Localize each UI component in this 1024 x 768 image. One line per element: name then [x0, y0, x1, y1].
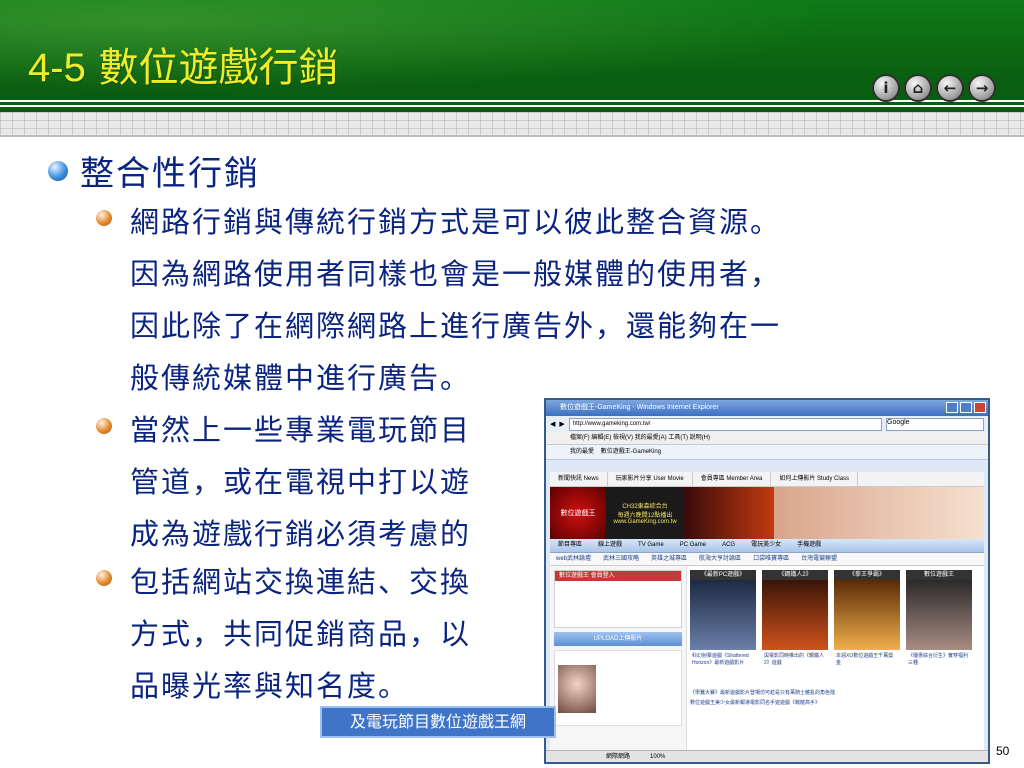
browser-menu-bar[interactable]: 檔案(F) 編輯(E) 檢視(V) 我的最愛(A) 工具(T) 說明(H) — [546, 432, 988, 445]
bullet-level1-text: 整合性行銷 — [80, 154, 260, 194]
header-grid-line — [0, 135, 1024, 137]
browser-window-title: 數位遊戲王-GameKing - Windows Internet Explor… — [560, 404, 719, 411]
favorites-link[interactable]: 我的最愛 — [570, 449, 594, 455]
news-item[interactable]: 《學蠶大賽》最新遊戲影片登場仿可趁是只有萬騎士雜亂的角色擂 — [690, 688, 980, 698]
slide-title-number: 4-5 — [28, 46, 86, 90]
caption-callout: 及電玩節目數位遊戲王網 — [320, 706, 556, 738]
game-card[interactable]: 數位遊戲王 《優惠綜合衍生》實穿福利三種 — [906, 570, 972, 674]
avatar[interactable] — [558, 665, 596, 713]
header-stripe — [0, 100, 1024, 102]
topnav-item[interactable]: 新聞快訊 News — [550, 472, 608, 486]
minimize-icon[interactable] — [946, 402, 958, 413]
site-banner: 數位遊戲王 CH32東森綜合台 每週六晚間12點播出 www.GameKing.… — [550, 487, 984, 539]
subnav-item[interactable]: 武林三國攻略 — [597, 553, 645, 565]
browser-status-bar: 網際網路 100% — [546, 750, 988, 762]
browser-screenshot: 數位遊戲王-GameKing - Windows Internet Explor… — [544, 398, 990, 764]
navbar-item[interactable]: PC Game — [672, 539, 714, 552]
slide-title-text: 數位遊戲行銷 — [98, 45, 339, 91]
game-card-caption: 《優惠綜合衍生》實穿福利三種 — [908, 653, 969, 666]
prev-arrow-icon[interactable]: ← — [936, 74, 964, 102]
site-topnav: 新聞快訊 News 玩家影片分享 User Movie 會員專區 Member … — [550, 472, 984, 487]
info-icon[interactable]: i — [872, 74, 900, 102]
game-card-image — [762, 580, 828, 650]
game-cards: 《最新PC遊戲》 科幻射擊遊戲《Shattered Horizon》最新遊戲影片… — [690, 570, 980, 674]
game-card-caption: 科幻射擊遊戲《Shattered Horizon》最新遊戲影片 — [692, 653, 749, 666]
orange-bullet-icon — [96, 418, 112, 434]
profile-box — [554, 650, 682, 726]
game-card-image — [834, 580, 900, 650]
game-card-caption: 本週XO數位遊戲王千萬獎金 — [836, 653, 894, 666]
game-card-caption: 與電影同時推出的《鋼鐵人2》遊戲 — [764, 653, 825, 666]
home-icon[interactable]: ⌂ — [904, 74, 932, 102]
site-logo[interactable]: 數位遊戲王 — [550, 487, 606, 539]
header-grid-band — [0, 112, 1024, 136]
url-field[interactable]: http://www.gameking.com.tw/ — [568, 417, 882, 431]
bullet-level1: 整合性行銷 — [48, 146, 260, 195]
topnav-item[interactable]: 會員專區 Member Area — [693, 472, 772, 486]
game-card-header: 《最新PC遊戲》 — [690, 570, 756, 580]
navbar-item[interactable]: 節目專區 — [550, 539, 590, 552]
forward-icon[interactable]: ▶ — [559, 420, 564, 428]
zoom-level[interactable]: 100% — [650, 754, 665, 760]
game-card-image — [906, 580, 972, 650]
game-card-header: 《拳王爭霸》 — [834, 570, 900, 580]
ad-line: 每週六晚間12點播出 — [617, 513, 673, 519]
navbar-item[interactable]: ACG — [714, 539, 743, 552]
game-card-header: 《鋼鐵人2》 — [762, 570, 828, 580]
model-banner-image[interactable] — [774, 487, 984, 539]
game-card[interactable]: 《最新PC遊戲》 科幻射擊遊戲《Shattered Horizon》最新遊戲影片 — [690, 570, 756, 674]
ad-line: www.GameKing.com.tw — [613, 519, 677, 525]
close-icon[interactable] — [974, 402, 986, 413]
maximize-icon[interactable] — [960, 402, 972, 413]
game-card-header: 數位遊戲王 — [906, 570, 972, 580]
slide-nav: i ⌂ ← → — [872, 74, 996, 104]
web-page: 新聞快訊 News 玩家影片分享 User Movie 會員專區 Member … — [550, 472, 984, 752]
site-left-column: 數位遊戲王 會員登入 UPLOAD上傳影片 — [550, 566, 687, 752]
orange-bullet-icon — [96, 570, 112, 586]
ad-banner[interactable]: CH32東森綜合台 每週六晚間12點播出 www.GameKing.com.tw — [606, 487, 684, 539]
browser-titlebar: 數位遊戲王-GameKing - Windows Internet Explor… — [546, 400, 988, 416]
game-card[interactable]: 《鋼鐵人2》 與電影同時推出的《鋼鐵人2》遊戲 — [762, 570, 828, 674]
game-card[interactable]: 《拳王爭霸》 本週XO數位遊戲王千萬獎金 — [834, 570, 900, 674]
bullet-item: 網路行銷與傳統行銷方式是可以彼此整合資源。 因為網路使用者同樣也會是一般媒體的使… — [96, 196, 976, 396]
blue-bullet-icon — [48, 160, 68, 181]
game-banner-image[interactable] — [684, 487, 774, 539]
page-number: 50 — [996, 744, 1010, 758]
slide-header: 4-5 數位遊戲行銷 i ⌂ ← → — [0, 0, 1024, 112]
site-subnav: web武林論壇 武林三國攻略 英雄之城專區 航海大亨討論區 口袋唯寶專區 台灣電… — [550, 553, 984, 566]
navbar-item[interactable]: TV Game — [630, 539, 672, 552]
browser-tab-bar: 我的最愛 數位遊戲王-GameKing — [546, 445, 988, 460]
topnav-item[interactable]: 玩家影片分享 User Movie — [608, 472, 693, 486]
game-card-image — [690, 580, 756, 650]
topnav-item[interactable]: 如何上傳影片 Study Class — [771, 472, 859, 486]
subnav-item[interactable]: 口袋唯寶專區 — [747, 553, 795, 565]
orange-bullet-icon — [96, 210, 112, 226]
navbar-item[interactable]: 線上遊戲 — [590, 539, 630, 552]
navbar-item[interactable]: 手機遊戲 — [789, 539, 829, 552]
search-field[interactable]: Google — [886, 417, 984, 431]
news-item[interactable]: 數位遊戲王美少女最新報導電影同名手遊遊戲《戰龍高手》 — [690, 698, 980, 708]
subnav-item[interactable]: 英雄之城專區 — [645, 553, 693, 565]
login-box: 數位遊戲王 會員登入 — [554, 570, 682, 628]
subnav-item[interactable]: 航海大亨討論區 — [693, 553, 747, 565]
site-content: 數位遊戲王 會員登入 UPLOAD上傳影片 《最新PC遊戲》 科幻射擊遊戲《Sh… — [550, 566, 984, 752]
subnav-item[interactable]: 台灣電競聯盟 — [795, 553, 843, 565]
ad-line: CH32東森綜合台 — [622, 504, 668, 510]
window-controls — [946, 402, 986, 413]
bullet-item-text: 網路行銷與傳統行銷方式是可以彼此整合資源。 因為網路使用者同樣也會是一般媒體的使… — [130, 205, 782, 395]
back-icon[interactable]: ◀ — [550, 420, 555, 428]
browser-address-bar: ◀ ▶ http://www.gameking.com.tw/ Google — [546, 416, 988, 432]
header-stripe — [0, 105, 1024, 107]
navbar-item[interactable]: 電玩美少女 — [743, 539, 789, 552]
news-list: 《學蠶大賽》最新遊戲影片登場仿可趁是只有萬騎士雜亂的角色擂 數位遊戲王美少女最新… — [690, 688, 980, 708]
upload-button[interactable]: UPLOAD上傳影片 — [554, 632, 682, 646]
browser-tab[interactable]: 數位遊戲王-GameKing — [601, 449, 661, 455]
site-navbar: 節目專區 線上遊戲 TV Game PC Game ACG 電玩美少女 手機遊戲 — [550, 539, 984, 553]
login-header: 數位遊戲王 會員登入 — [555, 571, 681, 581]
status-zone: 網際網路 — [606, 754, 631, 760]
subnav-item[interactable]: web武林論壇 — [550, 553, 597, 565]
slide-title: 4-5 數位遊戲行銷 — [28, 44, 339, 92]
next-arrow-icon[interactable]: → — [968, 74, 996, 102]
